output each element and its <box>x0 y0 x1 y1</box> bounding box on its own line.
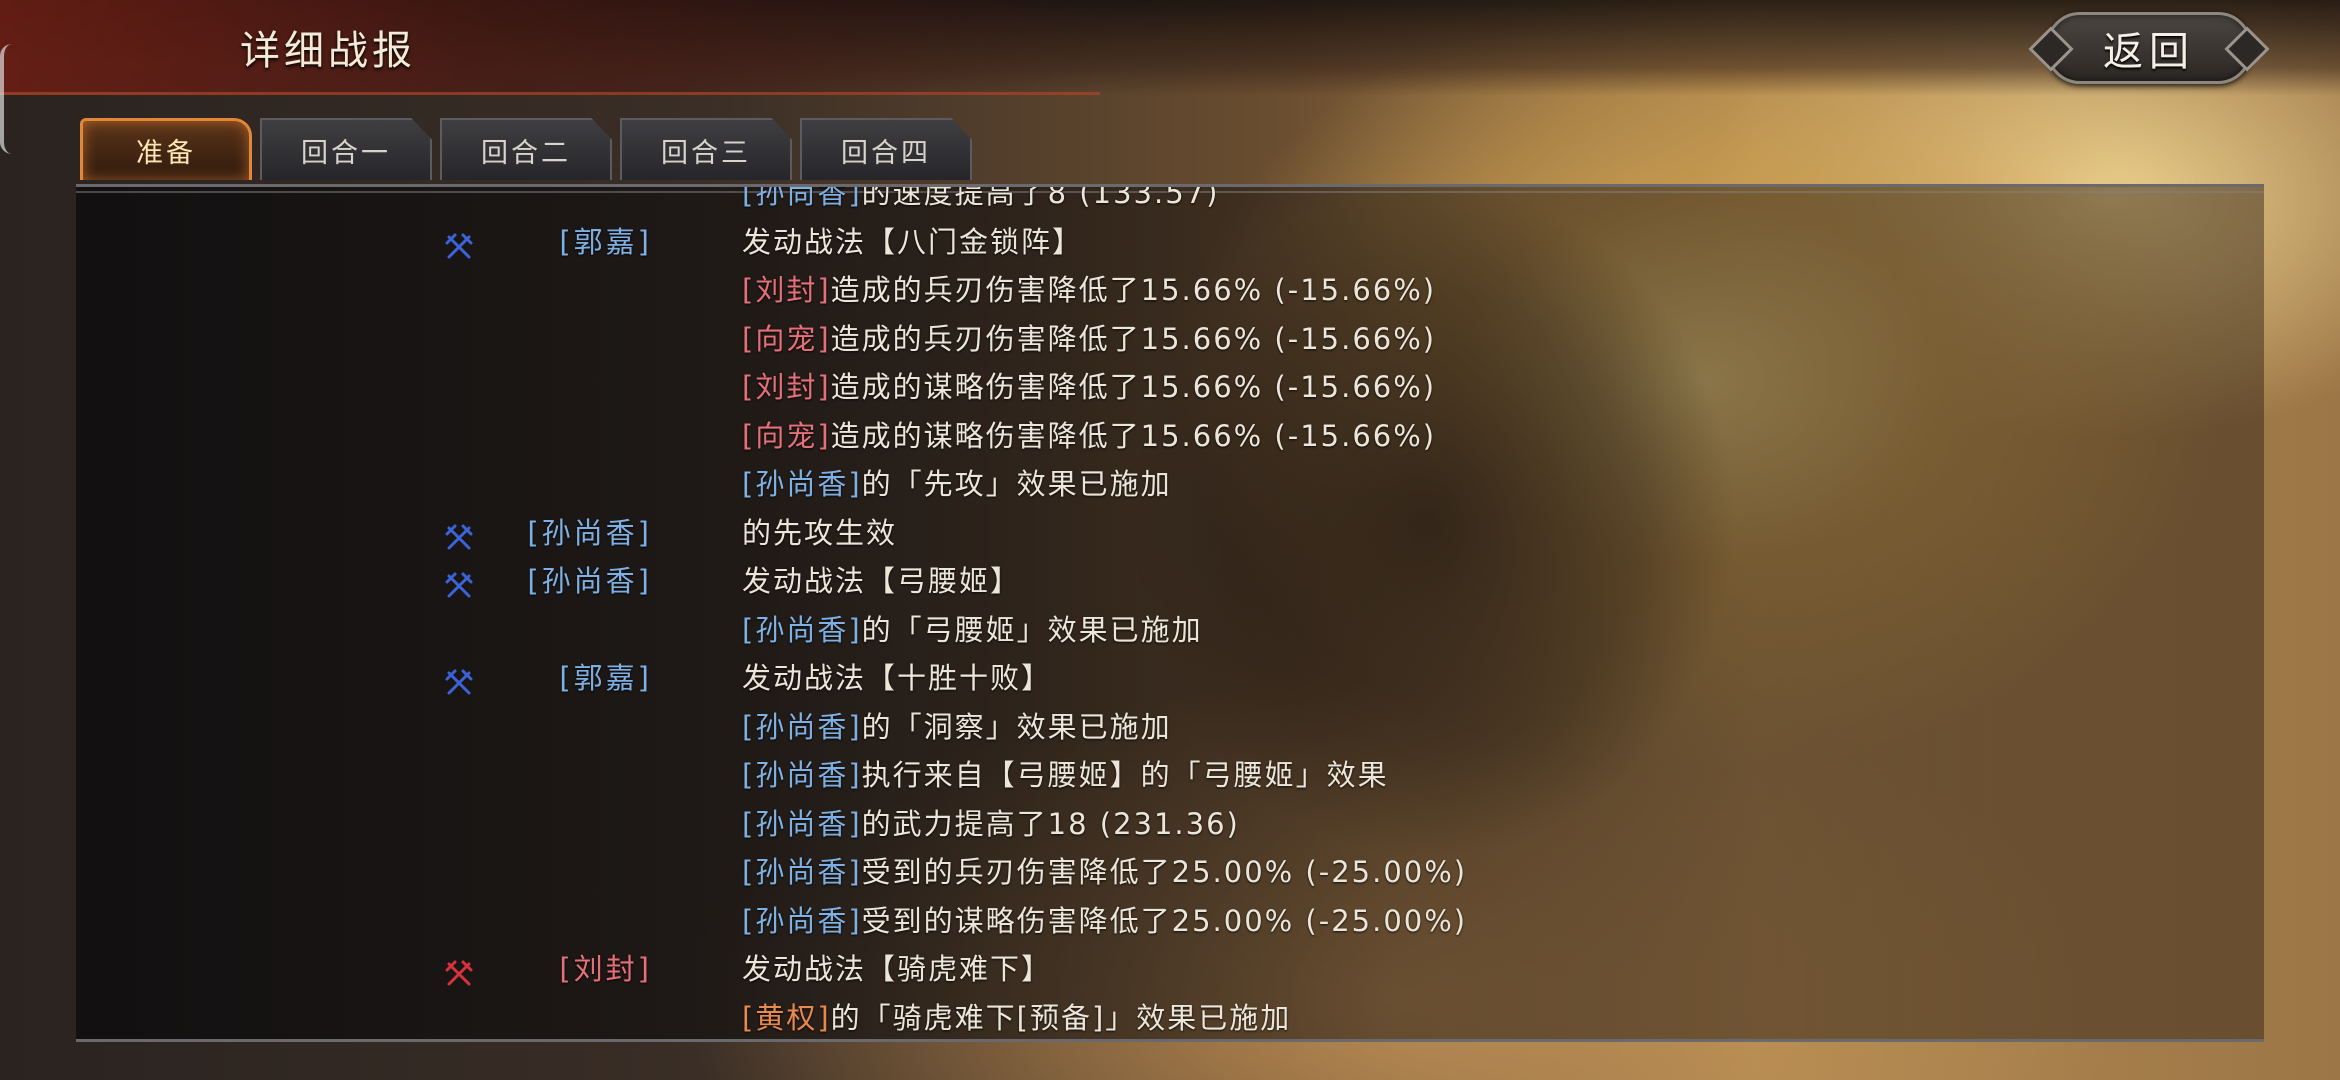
log-line: [孙尚香]的速度提高了8 (133.57) <box>76 184 2264 218</box>
log-line: [孙尚香]的「弓腰姬」效果已施加 <box>76 606 2264 655</box>
edge-handle <box>0 44 12 154</box>
log-detail-text: 执行来自【弓腰姬】的「弓腰姬」效果 <box>861 758 1389 792</box>
log-detail-text: 造成的谋略伤害降低了15.66% (-15.66%) <box>830 418 1437 453</box>
log-target-name: [孙尚香] <box>742 855 862 889</box>
log-detail: [孙尚香]的武力提高了18 (231.36) <box>742 800 1240 848</box>
tab-round-3[interactable]: 回合三 <box>620 118 792 180</box>
log-target-name: [黄权] <box>742 1000 831 1035</box>
log-target-name: [孙尚香] <box>742 903 862 938</box>
log-line: [刘封]造成的谋略伤害降低了15.66% (-15.66%) <box>76 363 2264 412</box>
log-actor-name: [孙尚香] <box>527 564 652 598</box>
log-detail-text: 的「洞察」效果已施加 <box>861 709 1172 744</box>
log-detail-text: 的速度提高了8 (133.57) <box>861 184 1220 210</box>
battle-log-list: [孙尚香]的速度提高了8 (133.57) [郭嘉] 发动战法【八门金锁阵】 [刘封]… <box>76 184 2264 1040</box>
log-target-name: [孙尚香] <box>742 612 862 647</box>
log-target-name: [孙尚香] <box>742 184 862 210</box>
log-line: [孙尚香]受到的兵刃伤害降低了25.00% (-25.00%) <box>76 848 2264 897</box>
back-button-label: 返回 <box>2103 29 2195 75</box>
tab-round-1[interactable]: 回合一 <box>260 118 432 180</box>
log-target-name: [刘封] <box>742 273 831 307</box>
log-detail: [孙尚香]的「弓腰姬」效果已施加 <box>742 606 1203 654</box>
log-detail-text: 的武力提高了18 (231.36) <box>861 806 1240 841</box>
log-line: [向宠]造成的兵刃伤害降低了15.66% (-15.66%) <box>76 315 2264 364</box>
log-detail: [向宠]造成的兵刃伤害降低了15.66% (-15.66%) <box>742 315 1436 363</box>
log-line: [向宠]造成的谋略伤害降低了15.66% (-15.66%) <box>76 412 2264 461</box>
log-target-name: [刘封] <box>742 370 831 404</box>
tab-round-2[interactable]: 回合二 <box>440 118 612 180</box>
log-line: [刘封]造成的兵刃伤害降低了15.66% (-15.66%) <box>76 266 2264 315</box>
log-detail-text: 受到的谋略伤害降低了25.00% (-25.00%) <box>861 903 1468 938</box>
log-line: [郭嘉] 发动战法【十胜十败】 <box>76 654 2264 703</box>
log-line: [孙尚香]执行来自【弓腰姬】的「弓腰姬」效果 <box>76 751 2264 800</box>
log-detail: [孙尚香]的「先攻」效果已施加 <box>742 460 1172 508</box>
log-action-text: 发动战法【八门金锁阵】 <box>742 224 1084 259</box>
log-detail: [孙尚香]受到的谋略伤害降低了25.00% (-25.00%) <box>742 897 1467 945</box>
top-bar: 详细战报 返回 <box>0 0 2340 96</box>
log-detail-text: 的「弓腰姬」效果已施加 <box>861 612 1203 647</box>
log-actor-name: [刘封] <box>559 952 652 986</box>
page-title: 详细战报 <box>240 28 416 74</box>
log-action-text: 发动战法【弓腰姬】 <box>742 564 1022 598</box>
log-actor-name: [郭嘉] <box>559 224 652 259</box>
log-action-text: 发动战法【十胜十败】 <box>742 661 1053 695</box>
log-detail-text: 的「先攻」效果已施加 <box>861 467 1172 501</box>
log-detail: [黄权]的「骑虎难下[预备]」效果已施加 <box>742 994 1292 1040</box>
log-detail: [孙尚香]的速度提高了8 (133.57) <box>742 184 1220 217</box>
log-target-name: [向宠] <box>742 321 831 356</box>
log-action-text: 的先攻生效 <box>742 515 898 550</box>
log-line: [黄权]的「骑虎难下[预备]」效果已施加 <box>76 994 2264 1040</box>
log-line: [孙尚香] 的先攻生效 <box>76 509 2264 558</box>
log-detail: [孙尚香]执行来自【弓腰姬】的「弓腰姬」效果 <box>742 751 1389 799</box>
log-line: [刘封] 发动战法【骑虎难下】 <box>76 945 2264 994</box>
log-target-name: [孙尚香] <box>742 758 862 792</box>
log-line: [孙尚香] 发动战法【弓腰姬】 <box>76 557 2264 606</box>
round-tabs: 准备 回合一 回合二 回合三 回合四 <box>80 118 972 184</box>
log-detail: [向宠]造成的谋略伤害降低了15.66% (-15.66%) <box>742 412 1436 460</box>
log-action-text: 发动战法【骑虎难下】 <box>742 952 1053 986</box>
log-line: [郭嘉] 发动战法【八门金锁阵】 <box>76 218 2264 267</box>
log-detail-text: 造成的兵刃伤害降低了15.66% (-15.66%) <box>830 321 1437 356</box>
tab-round-4[interactable]: 回合四 <box>800 118 972 180</box>
tab-prepare[interactable]: 准备 <box>80 118 252 180</box>
log-detail: [刘封]造成的谋略伤害降低了15.66% (-15.66%) <box>742 363 1436 411</box>
log-detail-text: 造成的谋略伤害降低了15.66% (-15.66%) <box>830 370 1437 404</box>
title-plate <box>0 0 1100 95</box>
log-detail: [孙尚香]的「洞察」效果已施加 <box>742 703 1172 751</box>
log-target-name: [向宠] <box>742 418 831 453</box>
battle-log-panel[interactable]: [孙尚香]的速度提高了8 (133.57) [郭嘉] 发动战法【八门金锁阵】 [刘封]… <box>76 184 2264 1042</box>
log-detail-text: 的「骑虎难下[预备]」效果已施加 <box>830 1000 1292 1035</box>
log-line: [孙尚香]的「洞察」效果已施加 <box>76 703 2264 752</box>
log-line: [孙尚香]的「先攻」效果已施加 <box>76 460 2264 509</box>
log-target-name: [孙尚香] <box>742 709 862 744</box>
log-line: [孙尚香]的武力提高了18 (231.36) <box>76 800 2264 849</box>
log-detail: [刘封]造成的兵刃伤害降低了15.66% (-15.66%) <box>742 266 1436 314</box>
back-button[interactable]: 返回 <box>2046 12 2252 84</box>
log-actor-name: [孙尚香] <box>527 515 652 550</box>
log-line: [孙尚香]受到的谋略伤害降低了25.00% (-25.00%) <box>76 897 2264 946</box>
log-detail-text: 造成的兵刃伤害降低了15.66% (-15.66%) <box>830 273 1437 307</box>
log-target-name: [孙尚香] <box>742 806 862 841</box>
log-detail: [孙尚香]受到的兵刃伤害降低了25.00% (-25.00%) <box>742 848 1467 896</box>
log-target-name: [孙尚香] <box>742 467 862 501</box>
log-detail-text: 受到的兵刃伤害降低了25.00% (-25.00%) <box>861 855 1468 889</box>
log-actor-name: [郭嘉] <box>559 661 652 695</box>
